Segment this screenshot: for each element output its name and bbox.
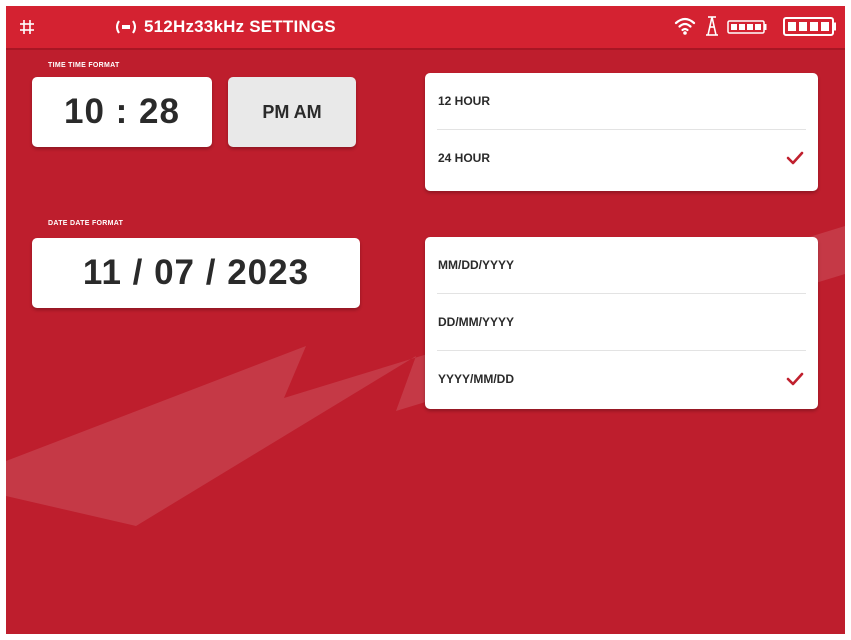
option-label: 24 HOUR	[438, 151, 491, 165]
checkmark-icon	[786, 372, 804, 386]
option-mm-dd-yyyy[interactable]: MM/DD/YYYY	[437, 237, 806, 294]
ampm-label: PM AM	[262, 101, 322, 122]
page-title: 512Hz33kHz SETTINGS	[144, 17, 336, 36]
tower-icon	[706, 16, 718, 36]
settings-screen: 512Hz33kHz SETTINGS TIME TIME FORMAT 10 …	[6, 6, 845, 634]
option-dd-mm-yyyy[interactable]: DD/MM/YYYY	[437, 294, 806, 351]
option-label: 12 HOUR	[438, 94, 491, 108]
option-24-hour[interactable]: 24 HOUR	[437, 130, 806, 186]
option-label: YYYY/MM/DD	[438, 372, 515, 386]
option-12-hour[interactable]: 12 HOUR	[437, 73, 806, 130]
wifi-icon	[674, 17, 696, 35]
ampm-toggle-button[interactable]: PM AM	[228, 77, 356, 147]
time-value: 10 : 28	[64, 92, 180, 131]
date-format-label: DATE DATE FORMAT	[48, 220, 124, 227]
date-format-list: MM/DD/YYYY DD/MM/YYYY YYYY/MM/DD	[425, 237, 818, 409]
checkmark-icon	[786, 151, 804, 165]
battery-icon	[783, 17, 836, 36]
date-display[interactable]: 11 / 07 / 2023	[32, 238, 360, 308]
option-label: DD/MM/YYYY	[438, 315, 515, 329]
hour-format-list: 12 HOUR 24 HOUR	[425, 73, 818, 191]
option-yyyy-mm-dd[interactable]: YYYY/MM/DD	[437, 351, 806, 407]
top-bar: 512Hz33kHz SETTINGS	[6, 6, 845, 50]
signal-icon	[116, 20, 136, 34]
battery-small-icon	[727, 20, 767, 34]
date-value: 11 / 07 / 2023	[82, 253, 310, 292]
time-display[interactable]: 10 : 28	[32, 77, 212, 147]
option-label: MM/DD/YYYY	[438, 258, 515, 272]
time-format-label: TIME TIME FORMAT	[48, 62, 120, 69]
grid-icon[interactable]	[18, 18, 36, 36]
